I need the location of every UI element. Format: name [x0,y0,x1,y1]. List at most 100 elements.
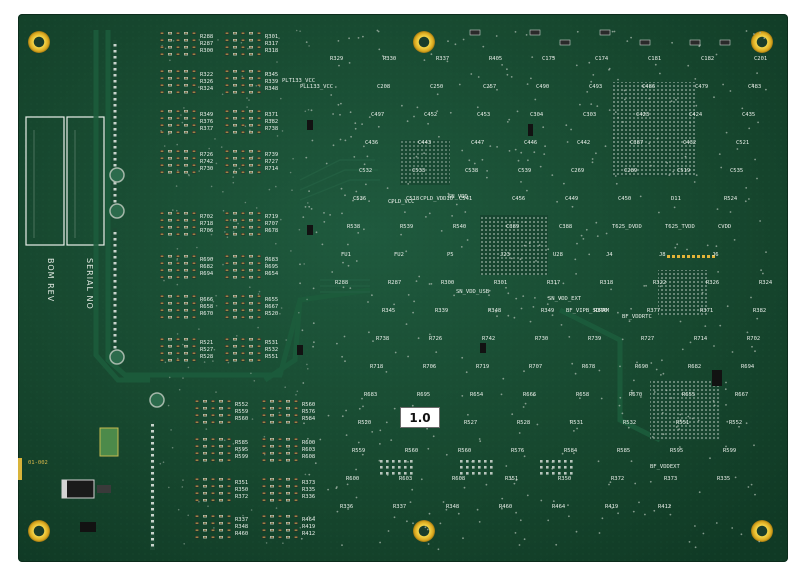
designator-label: R576 [511,448,524,454]
designator-label: C289 [624,168,637,174]
designator-label: C182 [701,56,714,62]
designator-label: R718 [200,221,213,227]
designator-label: R603 [302,447,315,453]
designator-label: J23 [500,252,510,258]
designator-label: R531 [570,420,583,426]
designator-label: C479 [695,84,708,90]
designator-label: R373 [664,476,677,482]
designator-label: R666 [523,392,536,398]
net-label: SN_VDD_USB [456,289,490,295]
designator-label: R377 [200,126,213,132]
net-label: BF_VDDRTC [622,314,652,320]
designator-label: R655 [265,297,278,303]
designator-label: C181 [648,56,661,62]
designator-label: R532 [623,420,636,426]
designator-label: R727 [265,159,278,165]
designator-label: C449 [565,196,578,202]
designator-label: R521 [200,340,213,346]
designator-label: R348 [235,524,248,530]
designator-label: C519 [677,168,690,174]
designator-label: R719 [265,214,278,220]
designator-label: R603 [399,476,412,482]
designator-label: R695 [265,264,278,270]
designator-label: R348 [446,504,459,510]
designator-label: R608 [452,476,465,482]
designator-label: R349 [200,112,213,118]
designator-label: C533 [412,168,425,174]
designator-label: C389 [506,224,519,230]
designator-label: C493 [589,84,602,90]
designator-label: R288 [200,34,213,40]
designator-label: R329 [330,56,343,62]
designator-label: R706 [200,228,213,234]
designator-label: R326 [200,79,213,85]
designator-label: R324 [759,280,773,286]
designator-label: R324 [200,86,214,92]
designator-label: C486 [642,84,655,90]
designator-label: R371 [700,308,713,314]
designator-label: R667 [265,304,278,310]
designator-label: R690 [635,364,648,370]
designator-label: J4 [606,252,613,258]
designator-label: D11 [671,196,681,202]
designator-label: R595 [670,448,683,454]
designator-label: R335 [302,487,315,493]
net-label: SN_VDD_EXT [548,296,582,302]
edge-marking: 01-002 [28,460,48,466]
designator-label: C175 [542,56,555,62]
net-label: SN_VDD [448,194,468,200]
designator-label: R531 [265,340,278,346]
designator-label: R300 [441,280,454,286]
designator-label: C456 [512,196,525,202]
designator-label: R532 [265,347,278,353]
designator-label: R714 [265,166,279,172]
designator-label: R350 [558,476,571,482]
designator-label: R382 [265,119,278,125]
designator-label: R330 [383,56,396,62]
designator-label: R726 [429,336,442,342]
designator-label: C490 [536,84,549,90]
designator-label: R707 [529,364,542,370]
bom-rev-label: BOM REV [46,258,55,302]
designator-label: R742 [482,336,495,342]
designator-label: C539 [518,168,531,174]
designator-label: R706 [423,364,436,370]
designator-label: C388 [559,224,572,230]
revision-label: 1.0 [400,407,440,428]
designator-label: CVDD [718,224,731,230]
designator-label: C452 [424,112,437,118]
designator-label: C387 [630,140,643,146]
designator-label: R539 [400,224,413,230]
designator-label: R707 [265,221,278,227]
designator-label: R742 [200,159,213,165]
designator-label: J6 [712,252,719,258]
designator-label: R654 [265,271,279,277]
inductor [99,427,119,457]
designator-label: R576 [302,409,315,415]
designator-label: R348 [265,86,278,92]
designator-label: R702 [200,214,213,220]
designator-label: R584 [564,448,578,454]
designator-label: C447 [471,140,484,146]
designator-label: C432 [683,140,696,146]
designator-label: C536 [353,196,366,202]
designator-label: R464 [552,504,566,510]
designator-label: R322 [653,280,666,286]
designator-label: R667 [735,392,748,398]
designator-label: R318 [265,48,278,54]
designator-label: C303 [583,112,596,118]
designator-label: R739 [265,152,278,158]
designator-label: R524 [724,196,738,202]
designator-label: R551 [265,354,278,360]
designator-label: R678 [265,228,278,234]
designator-label: R527 [200,347,213,353]
designator-label: R372 [235,494,248,500]
designator-label: R300 [200,48,213,54]
designator-label: R599 [235,454,248,460]
designator-label: C521 [736,140,749,146]
designator-label: R718 [370,364,383,370]
designator-label: R419 [302,524,315,530]
designator-label: R608 [302,454,315,460]
designator-label: R373 [302,480,315,486]
designator-label: R599 [723,448,736,454]
